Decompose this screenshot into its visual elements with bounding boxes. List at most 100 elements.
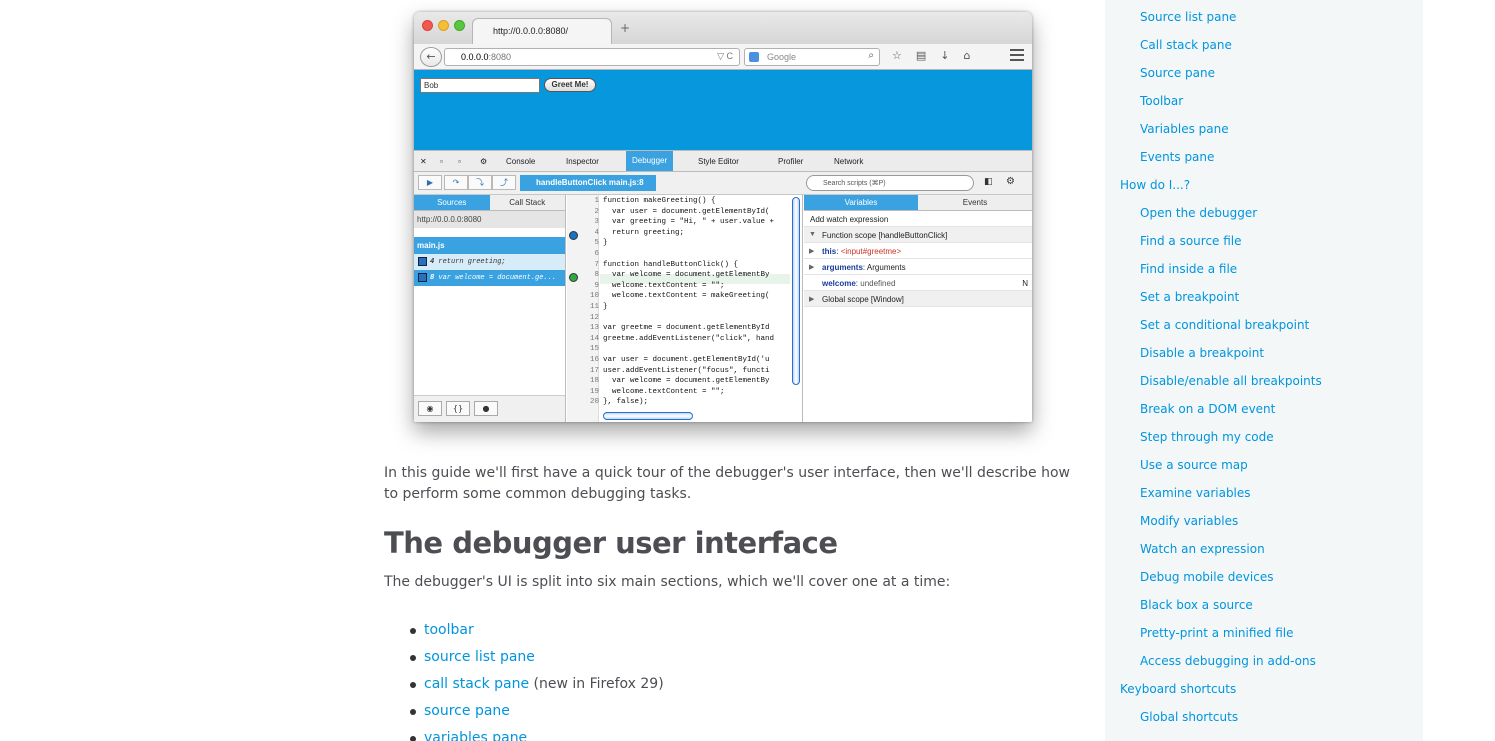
code-line: var user = document.getElementById('u bbox=[603, 356, 770, 364]
variable-name: this bbox=[822, 247, 837, 256]
toc-link[interactable]: Modify variables bbox=[1140, 514, 1238, 528]
toc-link[interactable]: Use a source map bbox=[1140, 458, 1248, 472]
toc-link[interactable]: Source list pane bbox=[1140, 10, 1236, 24]
variable-row: ▶ this: <input#greetme> bbox=[804, 243, 1032, 259]
line-number: 10 bbox=[589, 292, 599, 301]
code-line: var user = document.getElementById( bbox=[603, 207, 770, 216]
debugger-toolbar: ▶ ↷ ⤵ ⤴ handleButtonClick main.js:8 Sear… bbox=[414, 172, 1032, 195]
list-item: source pane bbox=[410, 698, 664, 725]
step-out-icon: ⤴ bbox=[492, 175, 516, 190]
code-line: welcome.textContent = makeGreeting( bbox=[603, 292, 770, 301]
toc-link[interactable]: Debug mobile devices bbox=[1140, 570, 1273, 584]
line-number: 3 bbox=[594, 218, 599, 227]
code-line: }, false); bbox=[603, 398, 649, 407]
vertical-scrollbar bbox=[792, 197, 800, 385]
pane-footer: ◉ {} ● bbox=[414, 395, 565, 422]
toc-link[interactable]: Examine variables bbox=[1140, 486, 1251, 500]
minimize-window-icon bbox=[438, 20, 449, 31]
link-source-list-pane[interactable]: source list pane bbox=[424, 649, 535, 665]
toc-link[interactable]: Call stack pane bbox=[1140, 38, 1232, 52]
global-scope-row: ▶ Global scope [Window] bbox=[804, 291, 1032, 307]
list-item: source list pane bbox=[410, 644, 664, 671]
toc-link[interactable]: Global shortcuts bbox=[1140, 710, 1238, 724]
variable-flag: N bbox=[1022, 279, 1028, 288]
collapsed-arrow-icon: ▶ bbox=[809, 264, 815, 271]
toc-link[interactable]: Disable/enable all breakpoints bbox=[1140, 374, 1322, 388]
variables-pane: Variables Events Add watch expression ▼ … bbox=[804, 195, 1032, 422]
function-scope-label: Function scope [handleButtonClick] bbox=[822, 231, 948, 240]
code-line: var welcome = document.getElementBy bbox=[603, 377, 770, 386]
toc-link[interactable]: Variables pane bbox=[1140, 122, 1229, 136]
toc-link[interactable]: Find a source file bbox=[1140, 234, 1242, 248]
line-number: 18 bbox=[589, 377, 599, 386]
toc-link[interactable]: Pretty-print a minified file bbox=[1140, 626, 1294, 640]
close-window-icon bbox=[422, 20, 433, 31]
link-source-pane[interactable]: source pane bbox=[424, 703, 510, 719]
toc-link[interactable]: Set a breakpoint bbox=[1140, 290, 1239, 304]
checkbox-icon bbox=[418, 257, 427, 266]
code-line: greetme.addEventListener("click", hand bbox=[603, 334, 775, 343]
section-heading: The debugger user interface bbox=[384, 526, 838, 560]
toc-link[interactable]: Black box a source bbox=[1140, 598, 1253, 612]
line-number: 16 bbox=[589, 356, 599, 364]
toc-link[interactable]: Toolbar bbox=[1140, 94, 1183, 108]
code-line: function makeGreeting() { bbox=[603, 197, 716, 205]
link-variables-pane[interactable]: variables pane bbox=[424, 730, 527, 741]
debugger-screenshot: http://0.0.0.0:8080/ + ← 0.0.0.0:8080 ▽ … bbox=[414, 12, 1032, 422]
toc-link[interactable]: Disable a breakpoint bbox=[1140, 346, 1264, 360]
split-icon: ▫ bbox=[458, 157, 461, 166]
tab-console: Console bbox=[506, 157, 536, 166]
line-number: 8 bbox=[594, 271, 599, 280]
url-host: 0.0.0.0 bbox=[461, 52, 489, 62]
tab-debugger: Debugger bbox=[626, 151, 674, 171]
link-toolbar[interactable]: toolbar bbox=[424, 622, 474, 638]
greet-button: Greet Me! bbox=[544, 78, 596, 92]
resume-icon: ▶ bbox=[418, 175, 442, 190]
tab-style-editor: Style Editor bbox=[698, 157, 739, 166]
code-line: user.addEventListener("focus", functi bbox=[603, 366, 770, 375]
link-call-stack-pane[interactable]: call stack pane bbox=[424, 676, 529, 692]
debugger-panes: Sources Call Stack http://0.0.0.0:8080 m… bbox=[414, 195, 1032, 422]
toc-link[interactable]: Set a conditional breakpoint bbox=[1140, 318, 1309, 332]
reload-icon: ▽ C bbox=[717, 51, 733, 61]
gear-icon: ⚙ bbox=[480, 157, 488, 166]
code-line: welcome.textContent = ""; bbox=[603, 281, 725, 290]
toc-link[interactable]: Source pane bbox=[1140, 66, 1215, 80]
debugger-options-icon: ⚙ bbox=[1006, 176, 1015, 187]
search-scripts-input: Search scripts (⌘P) bbox=[806, 175, 974, 191]
toc-link[interactable]: Find inside a file bbox=[1140, 262, 1237, 276]
line-number: 2 bbox=[594, 207, 599, 216]
variables-tabs: Variables Events bbox=[804, 195, 1032, 211]
line-number: 15 bbox=[589, 345, 599, 354]
horizontal-scrollbar bbox=[603, 412, 693, 420]
line-number: 6 bbox=[594, 250, 599, 258]
collapsed-arrow-icon: ▶ bbox=[809, 296, 815, 303]
toc-link[interactable]: Events pane bbox=[1140, 150, 1214, 164]
list-item: toolbar bbox=[410, 617, 664, 644]
toc-link[interactable]: Watch an expression bbox=[1140, 542, 1265, 556]
toggle-pane-icon: ◧ bbox=[984, 177, 993, 187]
new-tab-icon: + bbox=[620, 21, 631, 35]
variable-row: ▶ arguments: Arguments bbox=[804, 259, 1032, 275]
toc-link[interactable]: Keyboard shortcuts bbox=[1120, 682, 1236, 696]
toc-link[interactable]: How do I...? bbox=[1120, 178, 1190, 192]
variable-name: arguments bbox=[822, 263, 863, 272]
code-line: } bbox=[603, 239, 608, 248]
toc-link[interactable]: Step through my code bbox=[1140, 430, 1274, 444]
back-arrow-icon: ← bbox=[420, 47, 442, 67]
search-bar: Google ⌕ bbox=[744, 48, 880, 66]
list-item: variables pane bbox=[410, 725, 664, 741]
step-over-icon: ↷ bbox=[444, 175, 468, 190]
code-line: var welcome = document.getElementBy bbox=[603, 271, 770, 280]
tab-profiler: Profiler bbox=[778, 157, 804, 166]
toc-link[interactable]: Open the debugger bbox=[1140, 206, 1257, 220]
toc-link[interactable]: Access debugging in add-ons bbox=[1140, 654, 1316, 668]
pretty-print-icon: {} bbox=[446, 401, 470, 416]
line-number: 11 bbox=[589, 303, 599, 311]
line-number: 17 bbox=[589, 366, 599, 375]
toc-link[interactable]: Break on a DOM event bbox=[1140, 402, 1275, 416]
eye-icon: ◉ bbox=[418, 401, 442, 416]
url-port: :8080 bbox=[488, 52, 512, 62]
breakpoint-marker-icon bbox=[569, 231, 578, 240]
stack-breadcrumb: handleButtonClick main.js:8 bbox=[520, 175, 656, 191]
